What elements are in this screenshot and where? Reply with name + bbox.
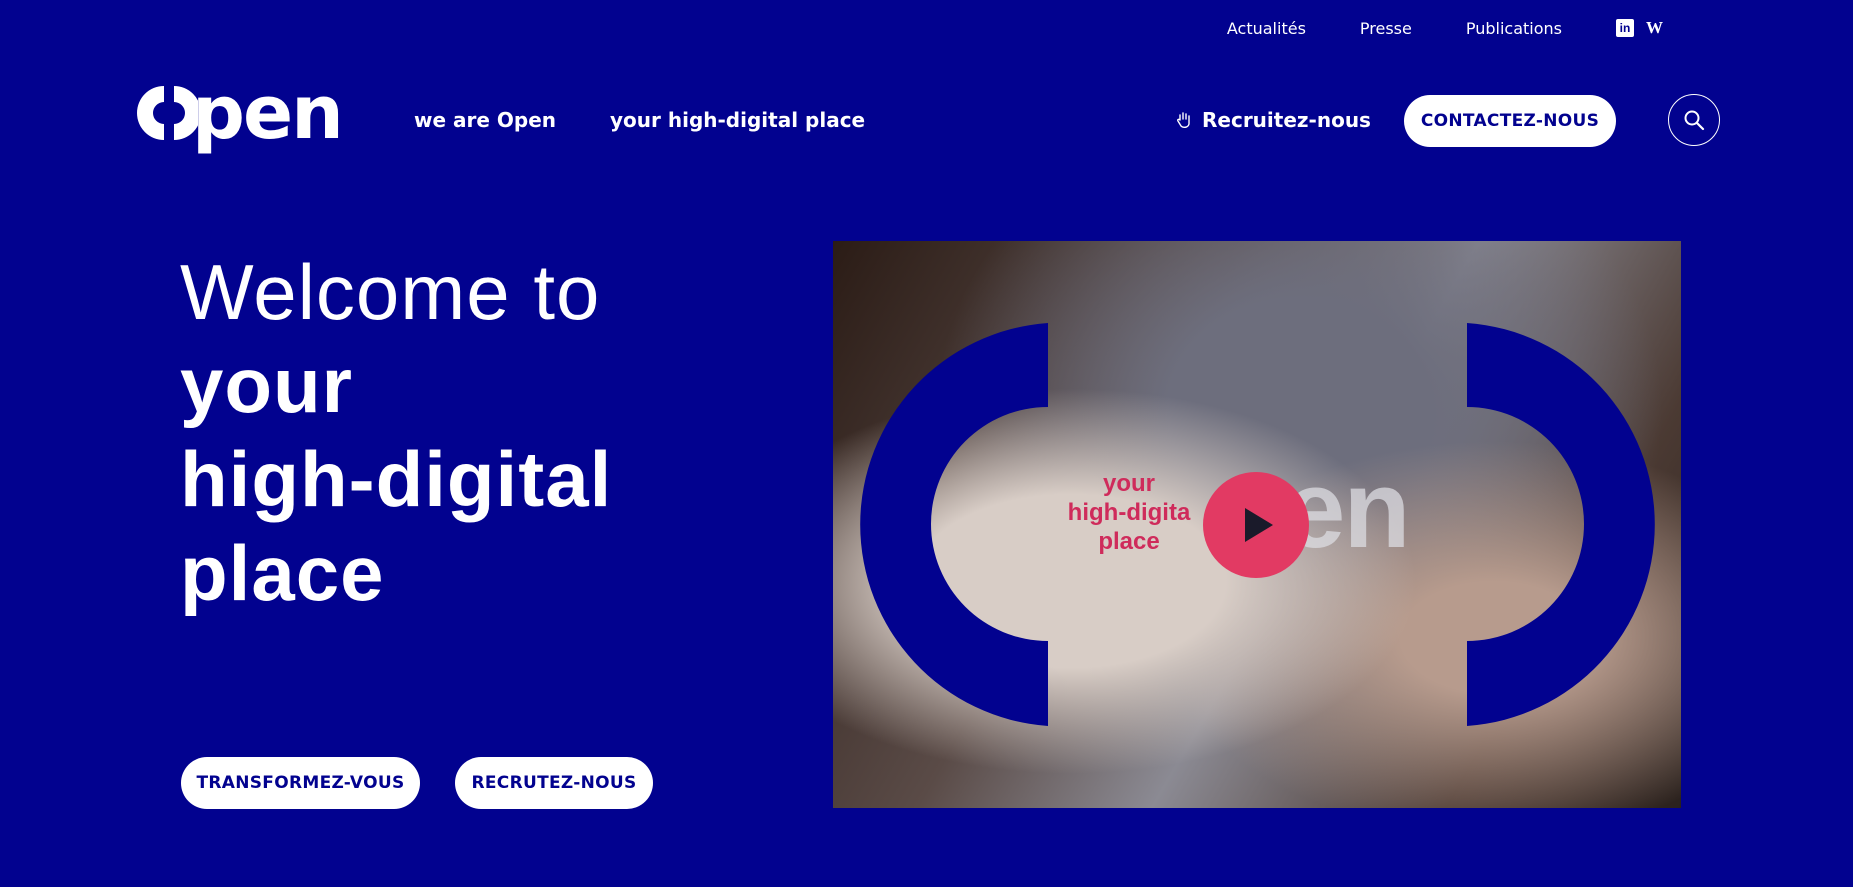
hero-line-place: place xyxy=(180,529,385,617)
play-button[interactable] xyxy=(1203,472,1309,578)
nav-link-publications[interactable]: Publications xyxy=(1466,19,1562,38)
logo-bracket-icon xyxy=(137,86,198,140)
search-icon xyxy=(1684,110,1705,131)
video-tagline-line-2: high-digita xyxy=(1067,499,1191,526)
nav-high-digital-place[interactable]: your high-digital place xyxy=(610,108,865,132)
video-player[interactable]: pen your high-digita place xyxy=(833,241,1681,808)
video-tagline-line-3: place xyxy=(1098,528,1160,555)
nav-link-actualites[interactable]: Actualités xyxy=(1227,19,1306,38)
waving-hand-icon xyxy=(1177,112,1190,129)
play-icon xyxy=(1245,508,1273,542)
open-logo[interactable]: pen xyxy=(136,70,344,156)
transformez-vous-button[interactable]: TRANSFORMEZ-VOUS xyxy=(181,757,420,809)
recruit-label: Recruitez-nous xyxy=(1202,108,1371,132)
video-tagline: your high-digita place xyxy=(1029,469,1229,556)
top-utility-bar: Actualités Presse Publications in W xyxy=(1227,18,1663,38)
video-tagline-line-1: your xyxy=(1102,470,1155,497)
logo-text: pen xyxy=(192,70,344,156)
recruit-link[interactable]: Recruitez-nous xyxy=(1176,108,1371,132)
hero-line-welcome: Welcome to xyxy=(180,248,601,336)
contact-button[interactable]: CONTACTEZ-NOUS xyxy=(1404,95,1616,147)
search-button[interactable] xyxy=(1668,94,1720,146)
recrutez-nous-button[interactable]: RECRUTEZ-NOUS xyxy=(455,757,653,809)
nav-we-are-open[interactable]: we are Open xyxy=(414,108,556,132)
nav-link-presse[interactable]: Presse xyxy=(1360,19,1412,38)
social-links: in W xyxy=(1616,18,1663,38)
hero-headline: Welcome to your high-digital place xyxy=(180,246,612,620)
hero-line-your: your xyxy=(180,341,354,429)
hero-line-high-digital: high-digital xyxy=(180,435,613,523)
linkedin-icon[interactable]: in xyxy=(1616,19,1634,37)
welcome-to-the-jungle-icon[interactable]: W xyxy=(1646,18,1663,38)
main-nav: we are Open your high-digital place xyxy=(414,108,865,132)
